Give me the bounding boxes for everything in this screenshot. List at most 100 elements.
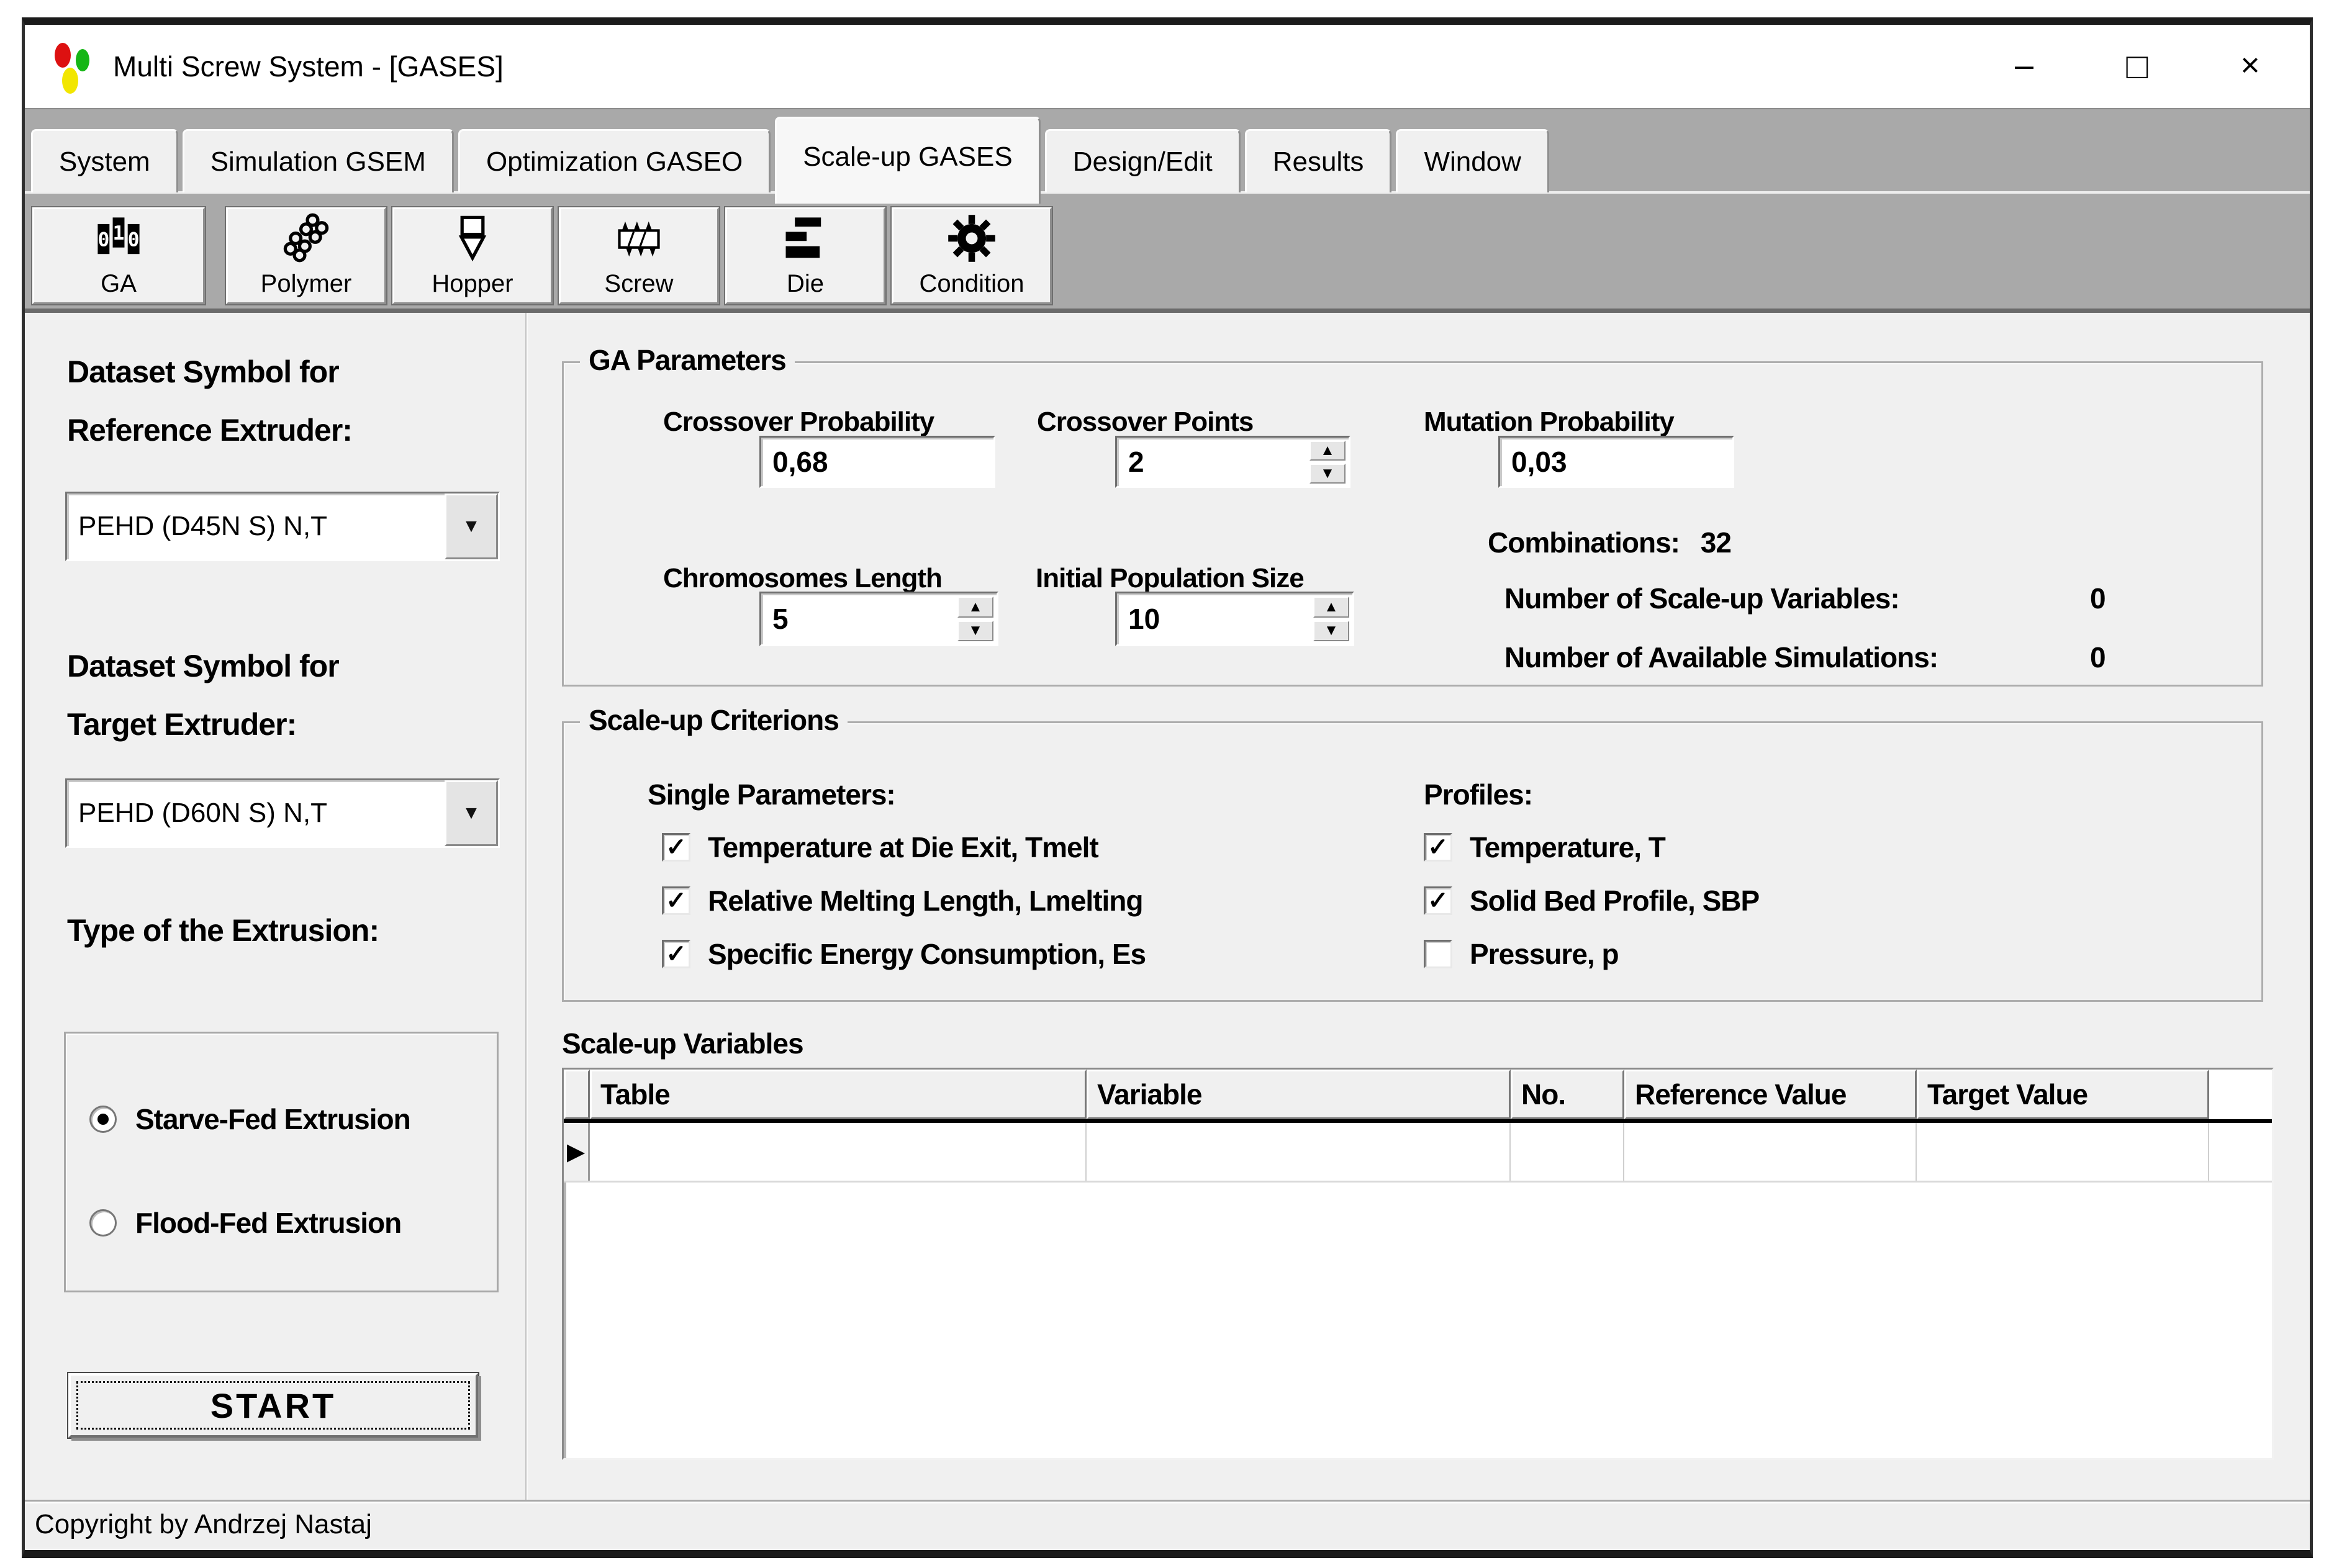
crossover-probability-label: Crossover Probability — [663, 407, 934, 438]
maximize-button[interactable]: □ — [2115, 48, 2160, 84]
chromosomes-length-input[interactable]: 5 ▲ ▼ — [759, 592, 998, 646]
tab-label: Results — [1273, 146, 1364, 178]
spinner-up-button[interactable]: ▲ — [1309, 441, 1346, 461]
radio-button-icon[interactable] — [89, 1106, 117, 1133]
spinner-down-button[interactable]: ▼ — [957, 621, 993, 642]
panel-divider — [525, 313, 528, 1500]
cell-no[interactable] — [1511, 1123, 1624, 1181]
checkbox-icon[interactable] — [1424, 940, 1452, 968]
target-extruder-heading: Dataset Symbol for Target Extruder: — [67, 637, 339, 754]
target-extruder-select[interactable]: PEHD (D60N S) N,T ▼ — [65, 778, 500, 848]
reference-heading-line2: Reference Extruder: — [67, 401, 352, 459]
target-heading-line1: Dataset Symbol for — [67, 637, 339, 695]
toolbar-button-ga[interactable]: 010 GA — [32, 207, 205, 304]
checkbox-temperature-die-exit[interactable]: ✓ Temperature at Die Exit, Tmelt — [662, 830, 1098, 865]
checkbox-relative-melting-length[interactable]: ✓ Relative Melting Length, Lmelting — [662, 883, 1142, 918]
tab-design-edit[interactable]: Design/Edit — [1045, 129, 1241, 192]
checkbox-icon[interactable]: ✓ — [662, 833, 690, 862]
chromosomes-length-label: Chromosomes Length — [663, 563, 942, 594]
table-row: ▶ — [564, 1123, 2272, 1183]
toolbar-button-label: Polymer — [261, 268, 352, 300]
crossover-probability-input[interactable]: 0,68 — [759, 436, 995, 488]
tab-simulation-gsem[interactable]: Simulation GSEM — [183, 129, 454, 192]
tab-scale-up-gases[interactable]: Scale-up GASES — [775, 117, 1041, 204]
spinner-up-button[interactable]: ▲ — [1313, 597, 1349, 618]
toolbar-button-label: Die — [787, 268, 824, 300]
radio-starve-fed[interactable]: Starve-Fed Extrusion — [89, 1101, 410, 1138]
scaleup-variables-label: Scale-up Variables — [562, 1027, 803, 1060]
combinations-label: Combinations: — [1488, 526, 1680, 559]
spinner-down-button[interactable]: ▼ — [1313, 621, 1349, 642]
toolbar-button-die[interactable]: Die — [725, 207, 885, 304]
crossover-points-stepper: ▲ ▼ — [1309, 441, 1346, 483]
title-bar: Multi Screw System - [GASES] – □ × — [25, 25, 2310, 108]
mutation-probability-input[interactable]: 0,03 — [1498, 436, 1734, 488]
checkbox-temperature-profile[interactable]: ✓ Temperature, T — [1424, 830, 1665, 865]
cell-table[interactable] — [590, 1123, 1087, 1181]
close-button[interactable]: × — [2228, 48, 2273, 84]
initial-population-size-input[interactable]: 10 ▲ ▼ — [1115, 592, 1354, 646]
tab-system[interactable]: System — [31, 129, 178, 192]
checkbox-specific-energy[interactable]: ✓ Specific Energy Consumption, Es — [662, 937, 1146, 971]
arrow-up-icon: ▲ — [1324, 598, 1339, 616]
checkbox-pressure-profile[interactable]: Pressure, p — [1424, 937, 1619, 971]
tab-results[interactable]: Results — [1245, 129, 1392, 192]
num-available-simulations-label: Number of Available Simulations: — [1504, 641, 1938, 674]
mutation-probability-label: Mutation Probability — [1424, 407, 1674, 438]
toolbar-button-condition[interactable]: Condition — [892, 207, 1052, 304]
target-dropdown-button[interactable]: ▼ — [445, 780, 498, 846]
tab-label: Scale-up GASES — [803, 142, 1013, 173]
checkbox-icon[interactable]: ✓ — [662, 886, 690, 915]
tabs: System Simulation GSEM Optimization GASE… — [25, 109, 2310, 192]
svg-text:1: 1 — [113, 222, 125, 245]
minimize-button[interactable]: – — [2002, 48, 2047, 84]
radio-flood-fed[interactable]: Flood-Fed Extrusion — [89, 1204, 401, 1241]
radio-button-icon[interactable] — [89, 1209, 117, 1237]
check-icon: ✓ — [666, 942, 687, 966]
checkbox-label: Pressure, p — [1470, 937, 1619, 971]
checkbox-solid-bed-profile[interactable]: ✓ Solid Bed Profile, SBP — [1424, 883, 1759, 918]
cell-reference-value[interactable] — [1624, 1123, 1917, 1181]
start-button[interactable]: START — [68, 1373, 478, 1438]
reference-extruder-select[interactable]: PEHD (D45N S) N,T ▼ — [65, 492, 500, 561]
checkbox-icon[interactable]: ✓ — [1424, 833, 1452, 862]
app-icon — [55, 38, 94, 95]
extrusion-type-heading: Type of the Extrusion: — [67, 901, 379, 960]
cell-variable[interactable] — [1087, 1123, 1511, 1181]
arrow-down-icon: ▼ — [968, 622, 983, 639]
svg-text:0: 0 — [97, 229, 109, 251]
reference-extruder-value: PEHD (D45N S) N,T — [67, 511, 445, 542]
tab-strip-base — [25, 191, 2310, 202]
svg-text:0: 0 — [128, 229, 140, 251]
reference-dropdown-button[interactable]: ▼ — [445, 493, 498, 559]
toolbar-button-hopper[interactable]: Hopper — [392, 207, 553, 304]
header-filler — [2209, 1070, 2272, 1119]
tab-label: System — [59, 146, 150, 178]
cell-target-value[interactable] — [1917, 1123, 2209, 1181]
toolbar-button-screw[interactable]: Screw — [559, 207, 719, 304]
crossover-points-input[interactable]: 2 ▲ ▼ — [1115, 436, 1350, 488]
toolbar-button-polymer[interactable]: Polymer — [226, 207, 386, 304]
scaleup-variables-table: Table Variable No. Reference Value Targe… — [562, 1068, 2274, 1460]
column-header-variable: Variable — [1087, 1070, 1511, 1119]
spinner-up-button[interactable]: ▲ — [957, 597, 993, 618]
column-header-table: Table — [590, 1070, 1087, 1119]
spinner-down-button[interactable]: ▼ — [1309, 464, 1346, 484]
single-parameters-label: Single Parameters: — [648, 778, 895, 811]
tab-window[interactable]: Window — [1396, 129, 1549, 192]
chevron-down-icon: ▼ — [462, 516, 481, 537]
column-header-reference-value: Reference Value — [1624, 1070, 1917, 1119]
checkbox-label: Specific Energy Consumption, Es — [708, 937, 1146, 971]
app-icon-green-dot — [76, 49, 89, 71]
tab-label: Window — [1424, 146, 1521, 178]
checkbox-icon[interactable]: ✓ — [1424, 886, 1452, 915]
num-scaleup-variables-value: 0 — [2090, 582, 2106, 615]
scaleup-criterions-group: Scale-up Criterions Single Parameters: P… — [562, 721, 2263, 1002]
tab-optimization-gaseo[interactable]: Optimization GASEO — [458, 129, 771, 192]
mutation-probability-value: 0,03 — [1511, 445, 1567, 479]
checkbox-icon[interactable]: ✓ — [662, 940, 690, 968]
tab-label: Optimization GASEO — [486, 146, 743, 178]
chevron-down-icon: ▼ — [462, 803, 481, 824]
tab-label: Design/Edit — [1073, 146, 1213, 178]
arrow-up-icon: ▲ — [968, 598, 983, 616]
